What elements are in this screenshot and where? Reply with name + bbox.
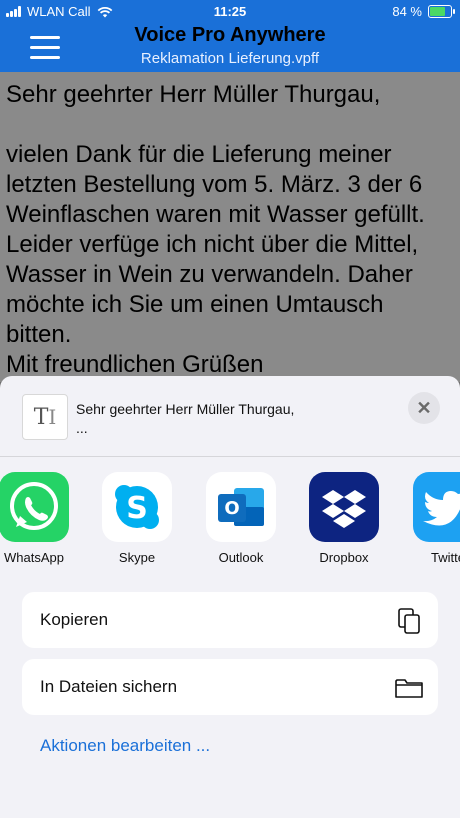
nav-bar: Voice Pro Anywhere Reklamation Lieferung… — [0, 24, 460, 72]
app-outlook[interactable]: O Outlook — [205, 472, 277, 565]
battery-percent: 84 % — [392, 4, 422, 19]
divider — [0, 456, 460, 457]
body-text: vielen Dank für die Lieferung meiner let… — [6, 141, 425, 348]
app-label: Skype — [118, 550, 156, 565]
app-label: WhatsApp — [4, 550, 64, 565]
copy-action[interactable]: Kopieren — [22, 592, 438, 648]
status-time: 11:25 — [213, 4, 247, 19]
app-whatsapp[interactable]: WhatsApp — [0, 472, 70, 565]
text-document-icon: TI — [22, 394, 68, 440]
status-right: 84 % — [392, 4, 455, 19]
share-header: TI Sehr geehrter Herr Müller Thurgau, ..… — [0, 376, 460, 456]
document-text[interactable]: Sehr geehrter Herr Müller Thurgau, viele… — [0, 72, 460, 382]
app-dropbox[interactable]: Dropbox — [308, 472, 380, 565]
app-label: Outlook — [218, 550, 264, 565]
battery-icon — [428, 5, 455, 18]
document-filename: Reklamation Lieferung.vpff — [140, 50, 320, 67]
whatsapp-icon — [0, 472, 69, 542]
action-label: In Dateien sichern — [40, 677, 178, 696]
share-sheet: TI Sehr geehrter Herr Müller Thurgau, ..… — [0, 376, 460, 818]
svg-text:S: S — [126, 491, 148, 526]
app-label: Dropbox — [319, 550, 369, 565]
app-twitter[interactable]: Twitte — [412, 472, 460, 565]
edit-actions-link[interactable]: Aktionen bearbeiten ... — [40, 736, 210, 756]
action-label: Kopieren — [40, 610, 109, 629]
app-skype[interactable]: S Skype — [101, 472, 173, 565]
app-row[interactable]: WhatsApp S Skype O Outlook Dropbox Twitt — [0, 472, 460, 572]
status-bar: WLAN Call 11:25 84 % — [0, 0, 460, 24]
outlook-icon: O — [206, 472, 276, 542]
twitter-icon — [413, 472, 460, 542]
dropbox-icon — [309, 472, 379, 542]
svg-text:O: O — [224, 498, 239, 519]
close-button[interactable]: ✕ — [408, 392, 440, 424]
share-preview: Sehr geehrter Herr Müller Thurgau, ... — [76, 400, 294, 438]
copy-icon — [398, 608, 420, 634]
skype-icon: S — [102, 472, 172, 542]
preview-line-2: ... — [76, 420, 88, 436]
folder-icon — [395, 679, 423, 698]
close-icon: ✕ — [416, 398, 432, 418]
app-label: Twitte — [431, 550, 460, 565]
preview-line-1: Sehr geehrter Herr Müller Thurgau, — [76, 401, 295, 417]
greeting-text: Sehr geehrter Herr Müller Thurgau, — [6, 81, 381, 108]
save-to-files-action[interactable]: In Dateien sichern — [22, 659, 438, 715]
page-title: Voice Pro Anywhere — [134, 24, 326, 46]
